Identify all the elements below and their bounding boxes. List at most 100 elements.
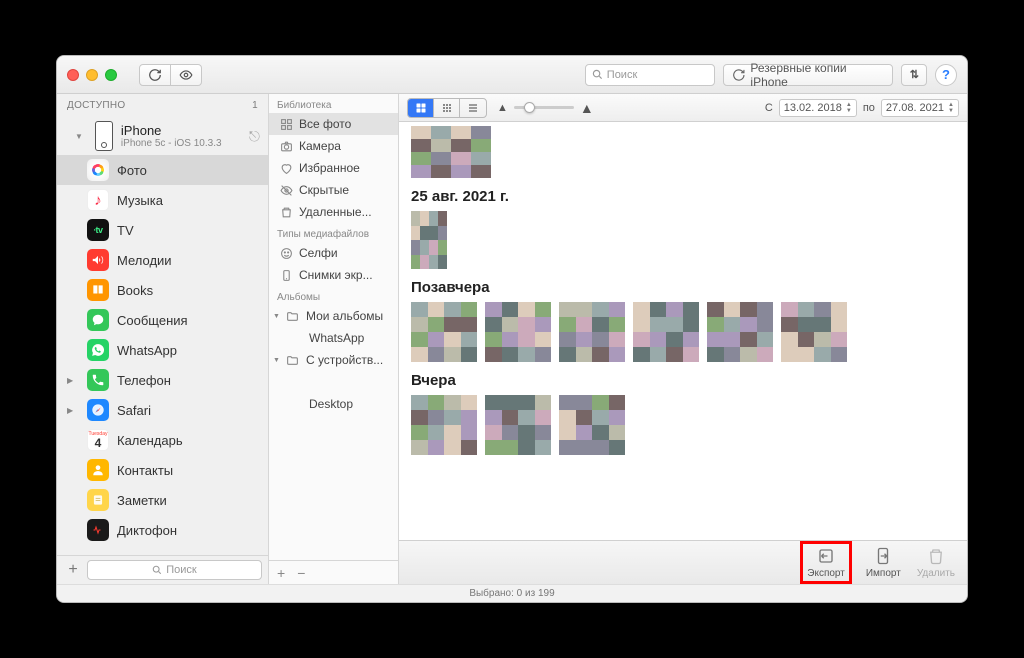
content-toolbar: ▲ ▲ С 13.02. 2018 ▲▼ по 27.08. 2021 ▲▼ [399, 94, 967, 122]
msg-icon [87, 309, 109, 331]
sidebar-item-label: Мелодии [117, 253, 172, 268]
sidebar-item-label: WhatsApp [117, 343, 177, 358]
wa-icon [87, 339, 109, 361]
export-icon [815, 546, 837, 566]
photo-thumb[interactable] [559, 302, 625, 362]
remove-album-button[interactable]: − [297, 565, 305, 581]
content-area: ▲ ▲ С 13.02. 2018 ▲▼ по 27.08. 2021 ▲▼ [399, 94, 967, 584]
library-item-label: Desktop [309, 397, 353, 411]
photo-thumb[interactable] [633, 302, 699, 362]
library-item-label: Избранное [299, 161, 360, 175]
library-item[interactable]: Скрытые [269, 179, 398, 201]
library-item[interactable]: WhatsApp [269, 327, 398, 349]
refresh-button[interactable] [139, 64, 171, 86]
sidebar-item-tv[interactable]: ∙tvTV [57, 215, 268, 245]
library-item[interactable]: Desktop [269, 393, 398, 415]
sidebar-item-voice[interactable]: Диктофон [57, 515, 268, 545]
eyeoff-icon [279, 184, 293, 197]
small-grid-button[interactable] [434, 99, 460, 117]
library-item[interactable]: Снимки экр... [269, 264, 398, 286]
refresh-group [139, 64, 202, 86]
folder-icon [279, 398, 303, 411]
photo-thumb[interactable] [485, 395, 551, 455]
sidebar-item-ring[interactable]: Мелодии [57, 245, 268, 275]
minimize-icon[interactable] [86, 69, 98, 81]
delete-button[interactable]: Удалить [917, 546, 955, 579]
import-button[interactable]: Импорт [866, 546, 901, 579]
chevron-right-icon[interactable]: ▶ [67, 406, 79, 415]
thumbnail-size-slider[interactable]: ▲ ▲ [497, 100, 594, 116]
sidebar-item-photos[interactable]: Фото [57, 155, 268, 185]
sidebar-search[interactable]: Поиск [87, 560, 262, 580]
sidebar-item-wa[interactable]: WhatsApp [57, 335, 268, 365]
photo-thumb[interactable] [485, 302, 551, 362]
library-item[interactable]: Избранное [269, 157, 398, 179]
nav-list: Фото♪Музыка∙tvTV Мелодии Books Сообщения Wha… [57, 155, 268, 555]
chevron-right-icon[interactable]: ▶ [67, 376, 79, 385]
library-sidebar: БиблиотекаВсе фотоКамераИзбранноеСкрытые… [269, 94, 399, 584]
photo-thumb[interactable] [411, 211, 447, 269]
photo-thumb[interactable] [411, 126, 491, 178]
list-view-button[interactable] [460, 99, 486, 117]
export-button[interactable]: Экспорт [800, 541, 852, 584]
folder-icon [286, 354, 300, 367]
photo-thumb[interactable] [411, 395, 477, 455]
library-item[interactable]: Селфи [269, 242, 398, 264]
sidebar-item-books[interactable]: Books [57, 275, 268, 305]
sidebar-item-safari[interactable]: ▶Safari [57, 395, 268, 425]
library-item-label: С устройств... [306, 353, 383, 367]
sidebar-item-music[interactable]: ♪Музыка [57, 185, 268, 215]
photo-gallery[interactable]: 25 авг. 2021 г.ПозавчераВчера [399, 122, 967, 540]
sidebar-item-label: Календарь [117, 433, 183, 448]
chevron-down-icon[interactable]: ▼ [75, 132, 87, 141]
library-item[interactable]: ▼ С устройств... [269, 349, 398, 371]
trash-icon [925, 546, 947, 566]
sidebar-item-label: TV [117, 223, 134, 238]
ring-icon [87, 249, 109, 271]
library-item[interactable]: ▼Мои альбомы [269, 305, 398, 327]
grid-view-button[interactable] [408, 99, 434, 117]
photo-thumb[interactable] [781, 302, 847, 362]
books-icon [87, 279, 109, 301]
close-icon[interactable] [67, 69, 79, 81]
camera-icon [279, 140, 293, 153]
device-name: iPhone [121, 123, 222, 138]
date-from-field[interactable]: 13.02. 2018 ▲▼ [779, 99, 857, 117]
device-row[interactable]: ▼ iPhone iPhone 5c - iOS 10.3.3 ⎋ [57, 117, 268, 155]
sidebar-item-contacts[interactable]: Контакты [57, 455, 268, 485]
library-item-label: Удаленные... [299, 205, 372, 219]
traffic-lights [67, 69, 117, 81]
status-bar: Выбрано: 0 из 199 [57, 584, 967, 602]
device-sub: iPhone 5c - iOS 10.3.3 [121, 138, 222, 149]
grid-icon [279, 118, 293, 131]
app-window: Поиск Резервные копии iPhone ⇅ ? ДОСТУПН… [56, 55, 968, 603]
sidebar-item-msg[interactable]: Сообщения [57, 305, 268, 335]
date-to-field[interactable]: 27.08. 2021 ▲▼ [881, 99, 959, 117]
fullscreen-icon[interactable] [105, 69, 117, 81]
library-item-label: Камера [299, 139, 341, 153]
chevron-down-icon[interactable]: ▼ [273, 357, 280, 364]
quicklook-button[interactable] [171, 64, 202, 86]
backups-button[interactable]: Резервные копии iPhone [723, 64, 893, 86]
library-item-label: Скрытые [299, 183, 349, 197]
sidebar-item-label: Телефон [117, 373, 171, 388]
sidebar-item-label: Books [117, 283, 153, 298]
toolbar-search[interactable]: Поиск [585, 64, 715, 86]
sidebar-item-notes[interactable]: Заметки [57, 485, 268, 515]
photo-thumb[interactable] [411, 302, 477, 362]
photo-thumb[interactable] [707, 302, 773, 362]
music-icon: ♪ [87, 189, 109, 211]
library-item[interactable] [269, 371, 398, 393]
library-item[interactable]: Камера [269, 135, 398, 157]
sidebar-item-cal[interactable]: Tuesday4Календарь [57, 425, 268, 455]
transfer-button[interactable]: ⇅ [901, 64, 927, 86]
add-button[interactable]: + [63, 560, 83, 580]
chevron-down-icon[interactable]: ▼ [273, 313, 280, 320]
library-item[interactable]: Все фото [269, 113, 398, 135]
add-album-button[interactable]: + [277, 565, 285, 581]
photo-thumb[interactable] [559, 395, 625, 455]
sidebar-item-phone[interactable]: ▶ Телефон [57, 365, 268, 395]
library-item[interactable]: Удаленные... [269, 201, 398, 223]
help-button[interactable]: ? [935, 64, 957, 86]
face-icon [279, 247, 293, 260]
